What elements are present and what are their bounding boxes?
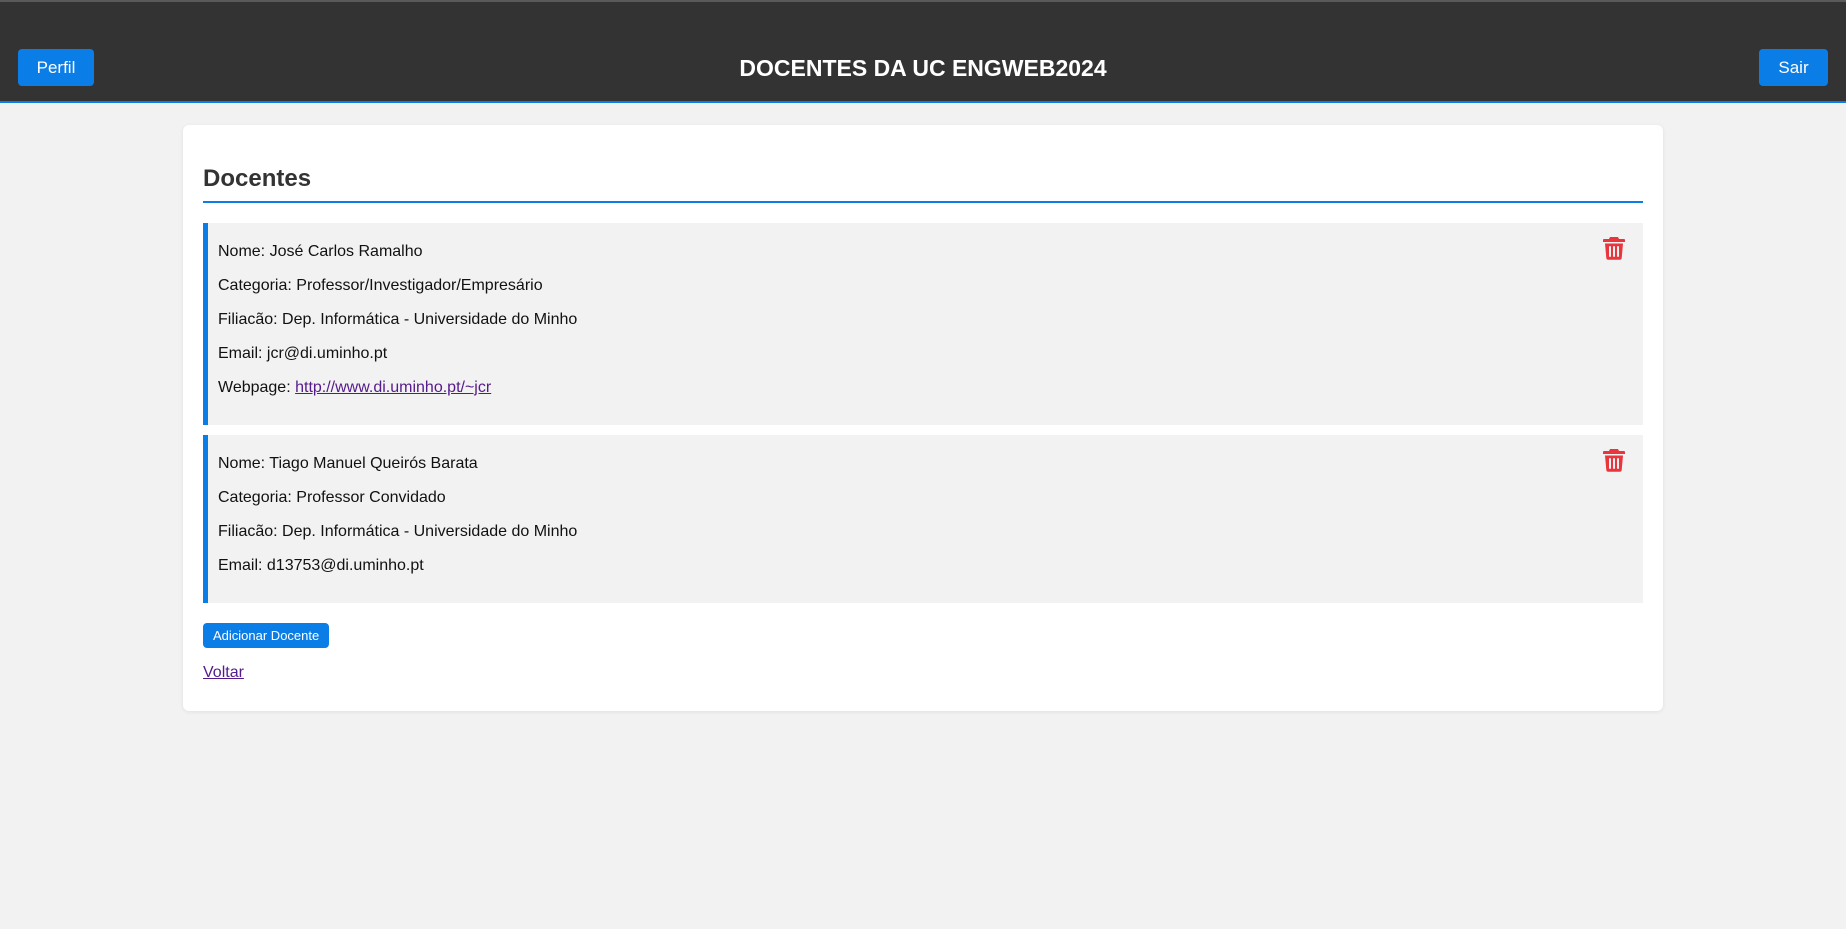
logout-button[interactable]: Sair xyxy=(1759,49,1828,86)
docente-email: Email: d13753@di.uminho.pt xyxy=(218,557,424,574)
docente-webpage-label: Webpage: xyxy=(218,379,296,396)
trash-icon[interactable] xyxy=(1603,448,1625,472)
docente-webpage-link[interactable]: http://www.di.uminho.pt/~jcr xyxy=(295,379,491,396)
section-heading: Docentes xyxy=(203,125,1643,203)
docente-filiacao: Filiacão: Dep. Informática - Universidad… xyxy=(218,311,578,328)
add-docente-button[interactable]: Adicionar Docente xyxy=(203,623,330,648)
docente-item: Nome: José Carlos Ramalho Categoria: Pro… xyxy=(203,223,1643,425)
docente-webpage: Webpage: http://www.di.uminho.pt/~jcr xyxy=(218,379,1633,397)
docente-nome: Nome: Tiago Manuel Queirós Barata xyxy=(218,455,478,472)
back-link[interactable]: Voltar xyxy=(203,664,244,682)
page-title: DOCENTES DA UC ENGWEB2024 xyxy=(739,55,1107,81)
trash-icon[interactable] xyxy=(1603,236,1625,260)
docente-filiacao: Filiacão: Dep. Informática - Universidad… xyxy=(218,523,578,540)
docente-categoria: Categoria: Professor/Investigador/Empres… xyxy=(218,277,543,294)
docente-email: Email: jcr@di.uminho.pt xyxy=(218,345,388,362)
docente-nome: Nome: José Carlos Ramalho xyxy=(218,243,423,260)
top-header: Perfil DOCENTES DA UC ENGWEB2024 Sair xyxy=(0,0,1846,103)
docente-item: Nome: Tiago Manuel Queirós Barata Catego… xyxy=(203,435,1643,603)
docentes-card: Docentes Nome: José Carlos Ramalho Categ… xyxy=(183,125,1663,711)
docente-categoria: Categoria: Professor Convidado xyxy=(218,489,446,506)
